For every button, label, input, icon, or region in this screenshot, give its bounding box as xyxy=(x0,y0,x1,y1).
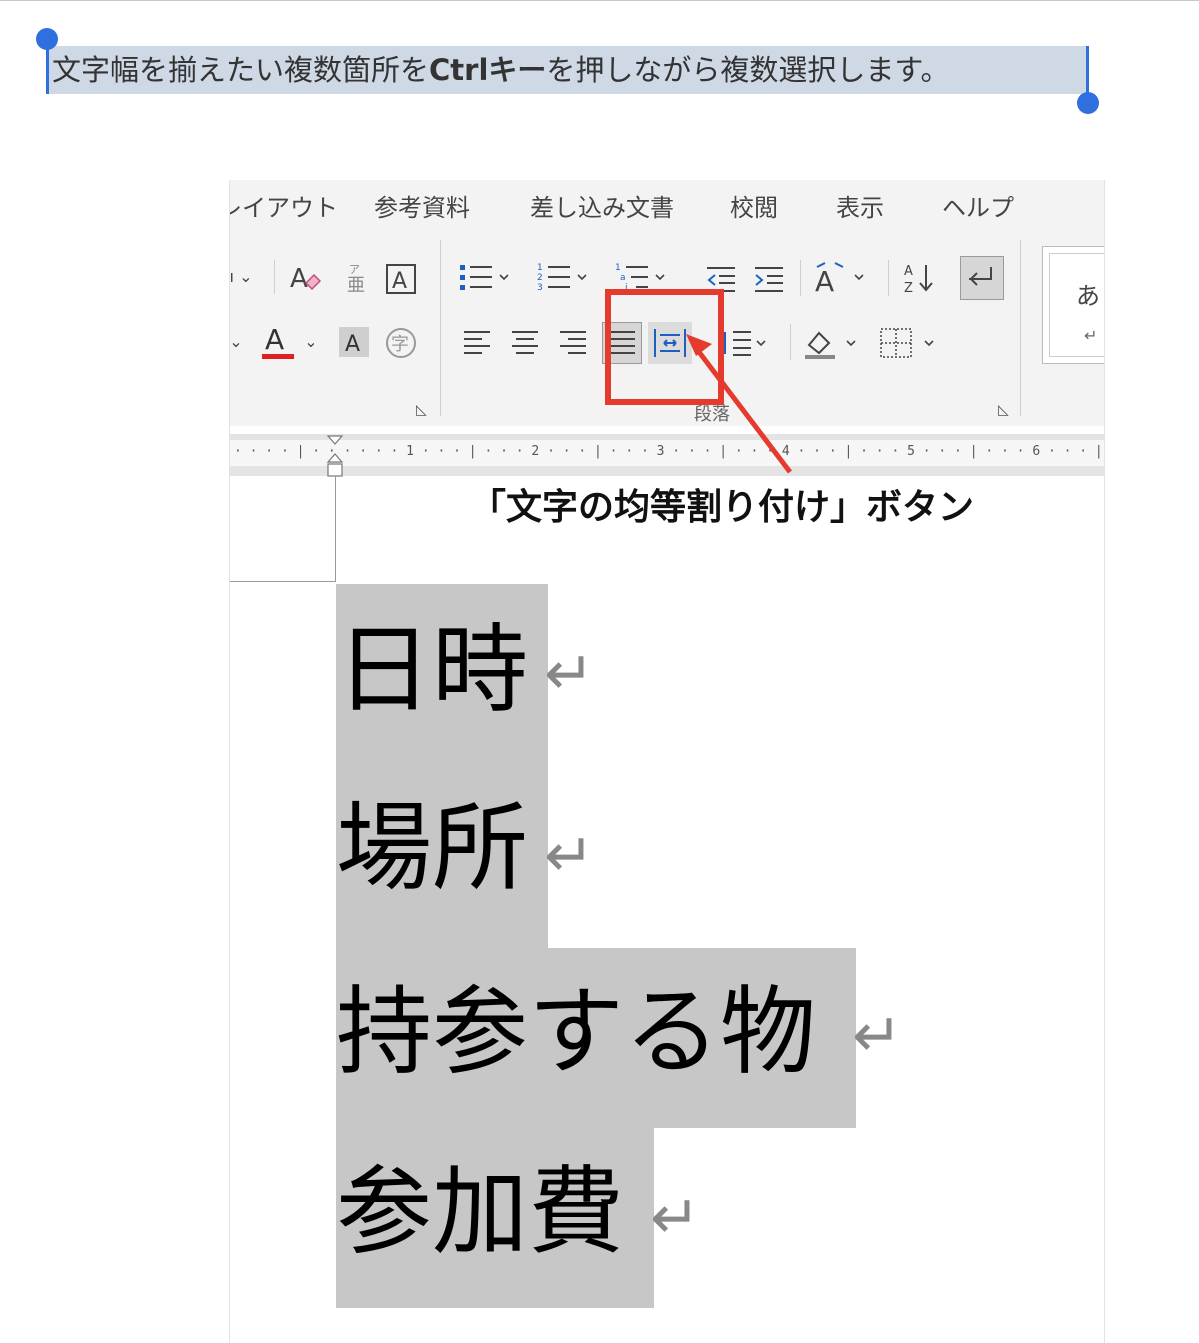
doc-line-text: 参加費 xyxy=(336,1156,624,1268)
top-divider xyxy=(0,0,1199,1)
doc-line-text: 持参する物 xyxy=(336,976,816,1088)
doc-line-items-to-bring[interactable]: 持参する物 xyxy=(336,948,856,1128)
paragraph-mark-icon: ↵ xyxy=(650,1183,701,1253)
doc-line-text: 日時 xyxy=(336,614,528,726)
selection-start-handle[interactable] xyxy=(36,28,58,50)
doc-line-place[interactable]: 場所 xyxy=(336,764,548,948)
doc-line-fee[interactable]: 参加費 xyxy=(336,1128,654,1308)
doc-line-text: 場所 xyxy=(336,792,528,904)
word-screenshot: レイアウト 参考資料 差し込み文書 校閲 表示 ヘルプ ı ⌄ A ア亜 A ⌄… xyxy=(229,180,1105,1343)
paragraph-mark-icon: ↵ xyxy=(544,639,595,709)
callout-arrow-icon xyxy=(686,334,792,474)
instruction-key: Ctrlキー xyxy=(429,53,547,87)
instruction-text: 文字幅を揃えたい複数箇所をCtrlキーを押しながら複数選択します。 xyxy=(48,46,1088,94)
doc-line-datetime[interactable]: 日時 xyxy=(336,584,548,764)
paragraph-mark-icon: ↵ xyxy=(544,821,595,891)
paragraph-mark-icon: ↵ xyxy=(852,1001,903,1071)
margin-guide-horizontal xyxy=(230,581,336,582)
instruction-before: 文字幅を揃えたい複数箇所を xyxy=(52,53,430,87)
selection-end-handle[interactable] xyxy=(1077,92,1099,114)
instruction-after: を押しながら複数選択します。 xyxy=(546,53,950,87)
